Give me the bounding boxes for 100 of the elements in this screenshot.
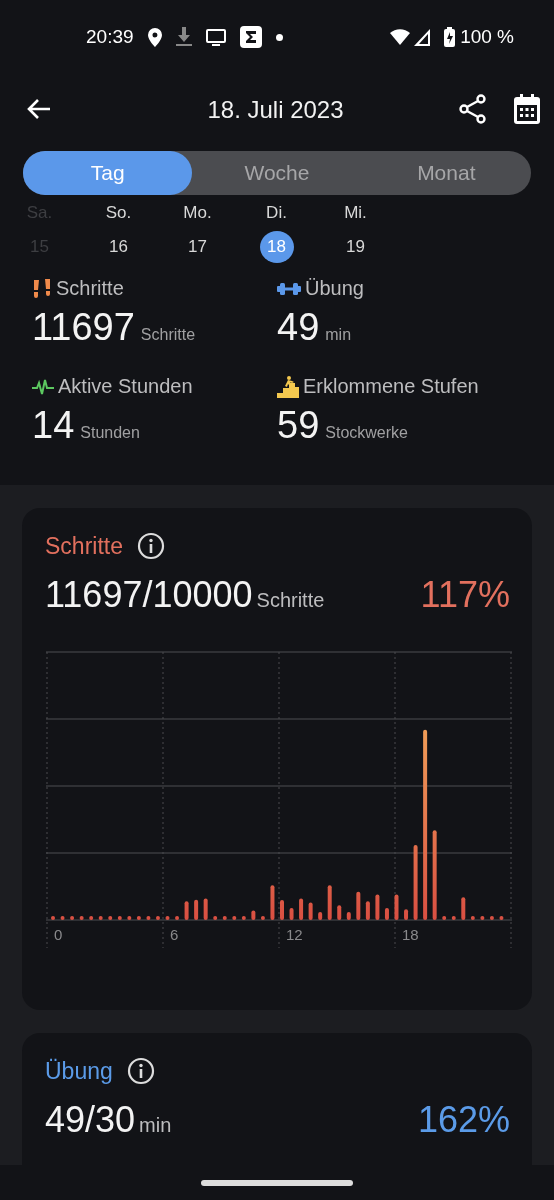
share-button[interactable] [459, 93, 486, 127]
battery-icon [444, 27, 456, 47]
download-icon [175, 27, 192, 47]
chart-bar [499, 916, 504, 920]
stat-unit: Schritte [140, 326, 196, 344]
chart-bar [51, 916, 55, 920]
chart-bar [232, 916, 237, 920]
info-icon[interactable] [137, 532, 165, 560]
day-button[interactable]: 17 [180, 231, 215, 263]
chart-bar [165, 916, 170, 920]
signal-icon [414, 28, 431, 46]
dumbbell-icon [277, 281, 301, 296]
weekday-label: Mi. [344, 203, 367, 223]
chart-bar [251, 910, 256, 920]
stat-value: 49 [277, 306, 320, 349]
hour-label: 18 [402, 926, 419, 943]
day-button[interactable]: 19 [338, 231, 373, 263]
chart-bar [70, 916, 75, 920]
chart-bar [461, 897, 466, 920]
chart-bar [194, 899, 199, 920]
range-tab[interactable]: Monat [361, 151, 531, 195]
card-title: Übung [45, 1057, 113, 1085]
chart-bar [365, 901, 370, 920]
chart-bar [308, 902, 313, 920]
heartbeat-icon [32, 378, 54, 395]
chart-bar [270, 885, 275, 920]
chart-bar [280, 899, 284, 920]
chart-bar [203, 898, 208, 920]
goal-unit: min [139, 1114, 173, 1137]
weekday-label: Mo. [183, 203, 212, 223]
hour-label: 0 [54, 926, 63, 943]
chart-bar [222, 916, 227, 920]
weekday-label: Di. [266, 203, 287, 223]
range-tab[interactable]: Tag [23, 151, 193, 195]
chart-bar [394, 894, 399, 920]
stat-label: Aktive Stunden [58, 375, 193, 398]
chart-bar [489, 916, 494, 920]
chart-bar [480, 916, 485, 920]
chart-bar [184, 901, 189, 920]
chart-bar [89, 916, 94, 920]
dot-icon [275, 33, 283, 41]
location-pin-icon [147, 27, 162, 47]
chart-bar [136, 916, 141, 920]
calendar-button[interactable] [514, 93, 540, 127]
stat-value: 14 [32, 404, 75, 447]
stat-label: Erklommene Stufen [303, 375, 479, 398]
hour-label: 12 [286, 926, 303, 943]
chart-bar [241, 916, 246, 920]
chart-bar [79, 916, 84, 920]
chart-bar [346, 911, 351, 920]
chart-bar [337, 905, 342, 920]
chart-bar [318, 911, 323, 920]
goal-unit: Schritte [256, 589, 326, 612]
gesture-bar[interactable] [201, 1179, 353, 1186]
stat-label: Schritte [56, 277, 124, 300]
chart-bar [404, 909, 409, 920]
share-icon [459, 93, 486, 124]
back-arrow-icon [26, 97, 52, 120]
chart-bar [451, 916, 456, 920]
stairs-climber-icon [277, 375, 299, 398]
chart-bar [442, 916, 447, 920]
chart-bar [327, 885, 332, 920]
weekday-label: So. [105, 203, 132, 223]
chart-bar [146, 916, 151, 920]
chart-bar [108, 916, 113, 920]
battery-percent: 100 % [460, 26, 514, 48]
chart-bar [260, 916, 265, 920]
goal-percent: 117% [420, 574, 510, 616]
stat-unit: Stockwerke [325, 424, 408, 442]
chart-bar [213, 916, 218, 920]
stat-value: 59 [277, 404, 320, 447]
stat-value: 11697 [32, 306, 135, 349]
footprints-icon [32, 278, 52, 299]
wifi-icon [390, 29, 411, 45]
day-button[interactable]: 16 [101, 231, 136, 263]
info-icon[interactable] [126, 1057, 155, 1085]
hour-label: 6 [170, 926, 179, 943]
chart-bar [175, 916, 180, 920]
card-title: Schritte [45, 532, 123, 560]
stat-label: Übung [305, 277, 364, 300]
chart-bar [289, 907, 294, 920]
chart-bar [127, 916, 132, 920]
range-tab[interactable]: Woche [192, 151, 362, 195]
monitor-icon [205, 28, 226, 46]
sigma-app-icon [239, 26, 262, 48]
day-button[interactable]: 18 [259, 231, 294, 263]
goal-percent: 162% [417, 1099, 510, 1141]
chart-bar [98, 916, 103, 920]
chart-bar [375, 894, 380, 920]
chart-bar [356, 891, 361, 920]
chart-bar [299, 898, 304, 920]
stat-unit: Stunden [80, 424, 140, 442]
chart-bar [117, 916, 122, 920]
chart-bar [155, 916, 160, 920]
calendar-icon [514, 93, 540, 124]
page-title: 18. Juli 2023 [206, 96, 345, 124]
chart-bar [60, 916, 65, 920]
stat-unit: min [325, 326, 352, 344]
clock: 20:39 [86, 26, 134, 48]
chart-bar [470, 916, 475, 920]
